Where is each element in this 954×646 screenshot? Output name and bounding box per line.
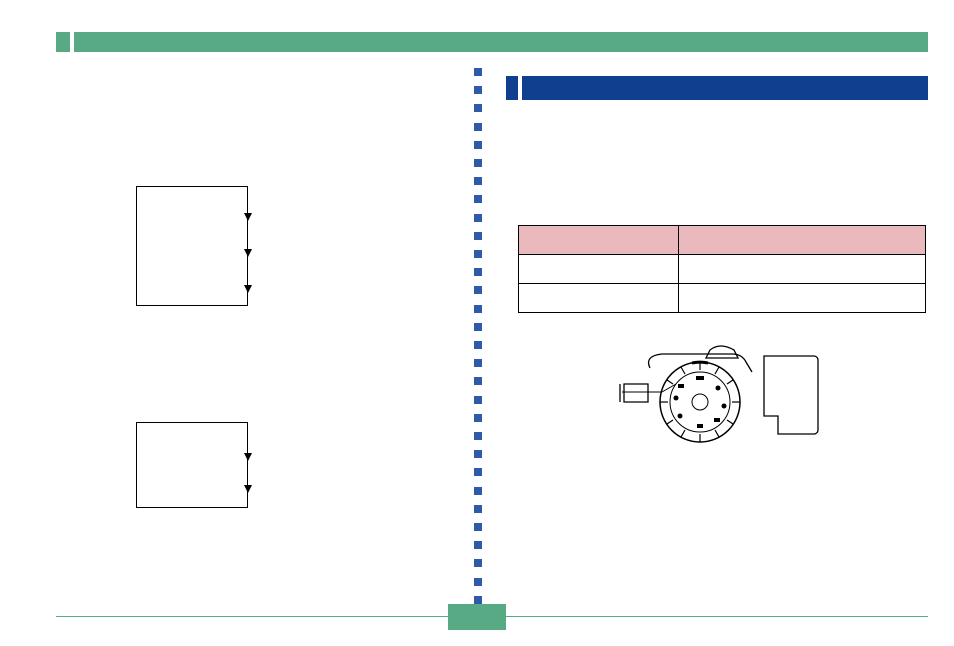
table-cell xyxy=(678,284,925,313)
table-cell xyxy=(678,255,925,284)
arrow-down-icon xyxy=(244,453,252,461)
page-number-badge xyxy=(448,604,506,630)
arrow-down-icon xyxy=(244,249,252,257)
manual-page xyxy=(0,0,954,646)
section-header-bar xyxy=(506,76,928,100)
table-header-row xyxy=(519,226,926,255)
flow-diagram-1 xyxy=(136,186,248,306)
arrow-down-icon xyxy=(244,485,252,493)
chapter-title-notch xyxy=(56,32,70,52)
camera-mode-dial-illustration xyxy=(614,340,832,450)
flow-diagram-2 xyxy=(136,422,248,508)
chapter-title-bar xyxy=(56,32,928,52)
column-divider-dots xyxy=(474,68,484,604)
table-row xyxy=(519,284,926,313)
section-header-notch xyxy=(506,76,518,100)
camera-dial-icon xyxy=(614,340,832,450)
arrow-down-icon xyxy=(244,285,252,293)
settings-table xyxy=(518,225,926,313)
table-cell xyxy=(519,255,679,284)
table-header-cell xyxy=(519,226,679,255)
arrow-down-icon xyxy=(244,213,252,221)
chapter-title-main xyxy=(74,32,928,52)
table-header-cell xyxy=(678,226,925,255)
table-cell xyxy=(519,284,679,313)
table-row xyxy=(519,255,926,284)
section-header-main xyxy=(522,76,928,100)
